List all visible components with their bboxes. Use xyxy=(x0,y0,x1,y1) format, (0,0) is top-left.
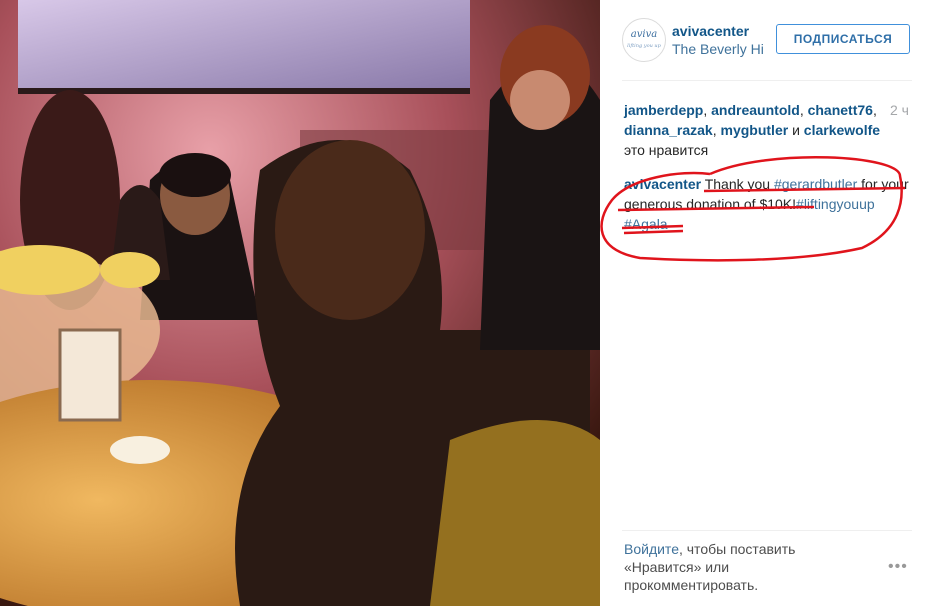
avatar-logo-text: aviva xyxy=(630,29,658,40)
caption-author[interactable]: avivacenter xyxy=(624,176,701,192)
like-user-dianna_razak[interactable]: dianna_razak xyxy=(624,122,713,138)
likes-suffix: это нравится xyxy=(624,142,709,158)
gala-photo-image xyxy=(0,0,600,606)
avatar[interactable]: aviva lifting you up xyxy=(622,18,666,62)
post-time[interactable]: 2 ч xyxy=(890,100,909,120)
avatar-logo-subtext: lifting you up xyxy=(627,43,661,49)
likes-line: jamberdepp, andreauntold, chanett76, dia… xyxy=(624,102,881,158)
like-user-jamberdepp[interactable]: jamberdepp xyxy=(624,102,703,118)
red-annotation xyxy=(600,155,906,262)
login-hint: Войдите, чтобы поставить «Нравится» или … xyxy=(624,540,854,594)
caption: avivacenter Thank you #gerardbutler for … xyxy=(624,174,914,234)
login-link[interactable]: Войдите xyxy=(624,541,679,557)
like-user-clarkewolfe[interactable]: clarkewolfe xyxy=(804,122,880,138)
like-user-mygbutler[interactable]: mygbutler xyxy=(721,122,789,138)
caption-text-1: Thank you xyxy=(704,176,774,192)
post-side-panel: aviva lifting you up avivacenter The Bev… xyxy=(600,0,944,606)
author-username[interactable]: avivacenter xyxy=(672,23,749,39)
caption-mention[interactable]: #gerardbutler xyxy=(774,176,857,192)
divider xyxy=(622,530,912,531)
post-location[interactable]: The Beverly Hilton xyxy=(672,41,764,57)
post-photo[interactable] xyxy=(0,0,600,606)
likes-and-word: и xyxy=(788,122,804,138)
projection-screen xyxy=(18,0,470,92)
more-options-icon[interactable]: ••• xyxy=(888,558,908,576)
post-header: aviva lifting you up avivacenter The Bev… xyxy=(622,14,912,81)
like-user-chanett76[interactable]: chanett76 xyxy=(808,102,873,118)
caption-hashtag-agala[interactable]: #Agala xyxy=(624,216,668,232)
chair xyxy=(430,420,600,606)
like-user-andreauntold[interactable]: andreauntold xyxy=(711,102,800,118)
follow-button[interactable]: ПОДПИСАТЬСЯ xyxy=(776,24,910,54)
caption-hashtag-liftingyouup[interactable]: #liftingyouup xyxy=(796,196,875,212)
